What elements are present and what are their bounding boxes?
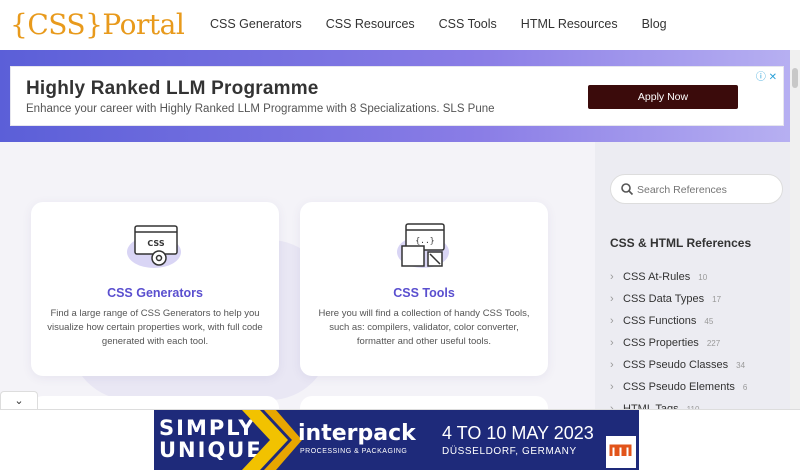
references-title: CSS & HTML References (610, 236, 752, 250)
chevron-right-icon: › (610, 359, 614, 371)
ad-city: DÜSSELDORF, GERMANY (442, 446, 577, 457)
card-title[interactable]: CSS Tools (300, 286, 548, 300)
reference-count: 45 (704, 316, 714, 326)
references-list: › CSS At-Rules 10 › CSS Data Types 17 › CSS F… (610, 266, 747, 420)
reference-item[interactable]: › CSS Data Types 17 (610, 288, 747, 310)
reference-count: 17 (712, 294, 722, 304)
nav-html-resources[interactable]: HTML Resources (521, 17, 618, 31)
reference-label[interactable]: CSS Functions (623, 315, 696, 327)
reference-item[interactable]: › CSS Functions 45 (610, 310, 747, 332)
chevron-right-icon: › (610, 293, 614, 305)
bottom-ad-banner[interactable]: SIMPLY UNIQUE interpack PROCESSING & PAC… (154, 410, 639, 470)
ad-tagline: PROCESSING & PACKAGING (300, 448, 408, 455)
chevron-logo-icon (242, 410, 302, 470)
ad-subtitle: Enhance your career with Highly Ranked L… (26, 103, 495, 115)
search-box[interactable] (610, 174, 783, 204)
reference-count: 227 (706, 338, 721, 348)
collapse-ad-button[interactable]: ⌄ (0, 391, 38, 409)
chevron-right-icon: › (610, 271, 614, 283)
card-description: Find a large range of CSS Generators to … (47, 308, 263, 347)
reference-label[interactable]: CSS Pseudo Classes (623, 359, 728, 371)
reference-count: 10 (698, 272, 708, 282)
reference-label[interactable]: CSS Properties (623, 337, 699, 349)
site-logo[interactable]: {CSS}Portal (10, 8, 185, 41)
card-css-generators[interactable]: CSS CSS Generators Find a large range of… (31, 202, 279, 376)
nav-css-resources[interactable]: CSS Resources (326, 17, 415, 31)
search-input[interactable] (637, 181, 777, 199)
card-description: Here you will find a collection of handy… (318, 308, 530, 347)
reference-count: 34 (736, 360, 746, 370)
chevron-right-icon: › (610, 337, 614, 349)
chevron-right-icon: › (610, 315, 614, 327)
css-generator-icon: CSS (127, 225, 181, 268)
reference-label[interactable]: CSS Pseudo Elements (623, 381, 735, 393)
nav-css-generators[interactable]: CSS Generators (210, 17, 302, 31)
css-tools-icon: {..} (397, 223, 449, 268)
svg-text:{..}: {..} (415, 236, 434, 245)
reference-item[interactable]: › CSS Pseudo Elements 6 (610, 376, 747, 398)
ad-brand: interpack (298, 421, 416, 446)
messe-logo-icon (606, 436, 636, 468)
apply-now-button[interactable]: Apply Now (588, 85, 738, 109)
card-css-tools[interactable]: {..} CSS Tools Here you will find a coll… (300, 202, 548, 376)
reference-label[interactable]: CSS Data Types (623, 293, 704, 305)
reference-item[interactable]: › CSS At-Rules 10 (610, 266, 747, 288)
reference-item[interactable]: › CSS Pseudo Classes 34 (610, 354, 747, 376)
ad-banner[interactable]: Highly Ranked LLM Programme Enhance your… (10, 66, 784, 126)
search-icon (621, 183, 634, 196)
ad-title[interactable]: Highly Ranked LLM Programme (26, 78, 319, 100)
reference-item[interactable]: › CSS Properties 227 (610, 332, 747, 354)
ad-date: 4 TO 10 MAY 2023 (442, 423, 594, 443)
main-nav: CSS Generators CSS Resources CSS Tools H… (210, 17, 667, 31)
reference-count: 6 (742, 382, 748, 392)
site-header: {CSS}Portal CSS Generators CSS Resources… (0, 0, 800, 50)
chevron-right-icon: › (610, 381, 614, 393)
scrollbar-thumb[interactable] (792, 68, 798, 88)
page-scrollbar[interactable] (790, 50, 800, 410)
svg-text:CSS: CSS (147, 239, 164, 248)
card-title[interactable]: CSS Generators (31, 286, 279, 300)
nav-css-tools[interactable]: CSS Tools (439, 17, 497, 31)
nav-blog[interactable]: Blog (642, 17, 667, 31)
ad-info-icon[interactable]: ⓘ ✕ (756, 68, 777, 83)
reference-label[interactable]: CSS At-Rules (623, 271, 690, 283)
